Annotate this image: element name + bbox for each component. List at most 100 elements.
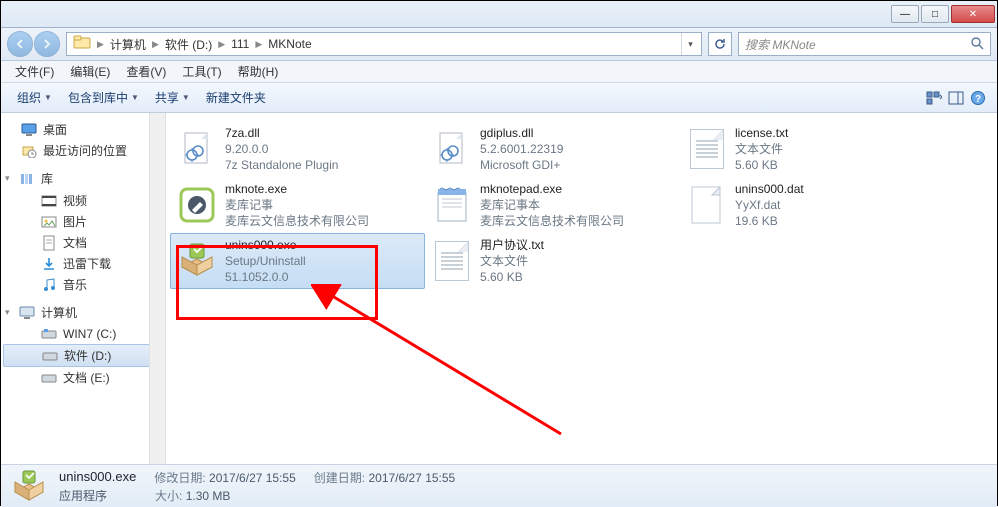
status-create-label: 创建日期: [314,471,365,485]
include-library-button[interactable]: 包含到库中▼ [60,86,147,109]
file-item[interactable]: license.txt文本文件5.60 KB [680,121,935,177]
search-input[interactable]: 搜索 MKNote [738,32,991,56]
file-detail: 19.6 KB [735,213,804,229]
chevron-right-icon: ▶ [150,39,161,50]
sidebar-item-label: 文档 [63,234,87,251]
recent-icon [21,143,37,159]
folder-icon [69,34,95,55]
drive-icon [41,370,57,386]
sidebar-item-label: 图片 [63,213,87,230]
status-size-value: 1.30 MB [186,489,231,503]
sidebar-item-drive-c[interactable]: WIN7 (C:) [1,324,165,344]
dll-icon [432,129,472,169]
blank-icon [687,185,727,225]
view-options-button[interactable] [923,87,945,109]
minimize-button[interactable]: — [891,5,919,23]
sidebar-item-xunlei[interactable]: 迅雷下载 [1,253,165,274]
sidebar-group-libraries[interactable]: ▾ 库 [1,167,165,190]
status-size-label: 大小: [155,489,182,503]
picture-icon [41,214,57,230]
status-create-value: 2017/6/27 15:55 [368,471,455,485]
details-pane: unins000.exe 修改日期: 2017/6/27 15:55 创建日期:… [1,464,997,507]
sidebar-item-label: 软件 (D:) [64,347,111,364]
file-detail: 麦库云文信息技术有限公司 [480,213,624,229]
chevron-right-icon: ▶ [95,39,106,50]
svg-text:?: ? [975,94,981,105]
sidebar-item-label: 库 [41,170,53,187]
file-name: mknotepad.exe [480,181,624,197]
chevron-right-icon: ▶ [216,39,227,50]
share-button[interactable]: 共享▼ [147,86,198,109]
menu-bar: 文件(F) 编辑(E) 查看(V) 工具(T) 帮助(H) [1,61,997,83]
dll-icon [177,129,217,169]
chevron-down-icon: ▼ [131,93,139,102]
sidebar-item-music[interactable]: 音乐 [1,274,165,295]
sidebar-item-videos[interactable]: 视频 [1,190,165,211]
sidebar-item-recent[interactable]: 最近访问的位置 [1,140,165,161]
help-button[interactable]: ? [967,87,989,109]
drive-icon [42,348,58,364]
organize-button[interactable]: 组织▼ [9,86,60,109]
expand-icon: ▾ [5,173,10,184]
music-icon [41,277,57,293]
sidebar-item-label: WIN7 (C:) [63,327,116,341]
close-button[interactable]: ✕ [951,5,995,23]
file-name: 7za.dll [225,125,338,141]
sidebar-item-documents[interactable]: 文档 [1,232,165,253]
breadcrumb[interactable]: 软件 (D:) [161,34,216,55]
menu-view[interactable]: 查看(V) [118,61,174,82]
sidebar-item-label: 视频 [63,192,87,209]
file-item[interactable]: unins000.exeSetup/Uninstall51.1052.0.0 [170,233,425,289]
chevron-down-icon: ▼ [44,93,52,102]
sidebar-item-label: 迅雷下载 [63,255,111,272]
file-item[interactable]: mknotepad.exe麦库记事本麦库云文信息技术有限公司 [425,177,680,233]
file-detail: 文本文件 [735,141,788,157]
file-item[interactable]: mknote.exe麦库记事麦库云文信息技术有限公司 [170,177,425,233]
sidebar-group-computer[interactable]: ▾ 计算机 [1,301,165,324]
chevron-right-icon: ▶ [253,39,264,50]
file-name: 用户协议.txt [480,237,544,253]
status-mod-value: 2017/6/27 15:55 [209,471,296,485]
back-button[interactable] [7,31,33,57]
address-bar[interactable]: ▶ 计算机 ▶ 软件 (D:) ▶ 111 ▶ MKNote ▾ [66,32,702,56]
sidebar-item-desktop[interactable]: 桌面 [1,119,165,140]
command-bar: 组织▼ 包含到库中▼ 共享▼ 新建文件夹 ? [1,83,997,113]
drive-icon [41,326,57,342]
file-item[interactable]: 用户协议.txt文本文件5.60 KB [425,233,680,289]
address-dropdown[interactable]: ▾ [681,33,699,55]
menu-help[interactable]: 帮助(H) [230,61,287,82]
file-name: unins000.dat [735,181,804,197]
document-icon [41,235,57,251]
file-detail: 文本文件 [480,253,544,269]
file-name: gdiplus.dll [480,125,563,141]
menu-edit[interactable]: 编辑(E) [62,61,118,82]
file-name: unins000.exe [225,237,306,253]
breadcrumb[interactable]: 111 [227,35,253,53]
sidebar-item-pictures[interactable]: 图片 [1,211,165,232]
installer-icon [177,241,217,281]
breadcrumb[interactable]: 计算机 [106,34,150,55]
refresh-button[interactable] [708,32,732,56]
chevron-down-icon: ▼ [182,93,190,102]
library-icon [19,171,35,187]
file-detail: 7z Standalone Plugin [225,157,338,173]
menu-tools[interactable]: 工具(T) [174,61,229,82]
sidebar-item-drive-d[interactable]: 软件 (D:) [3,344,163,367]
sidebar-item-drive-e[interactable]: 文档 (E:) [1,367,165,388]
file-detail: 5.2.6001.22319 [480,141,563,157]
file-item[interactable]: 7za.dll9.20.0.07z Standalone Plugin [170,121,425,177]
file-name: mknote.exe [225,181,369,197]
file-item[interactable]: gdiplus.dll5.2.6001.22319Microsoft GDI+ [425,121,680,177]
forward-button[interactable] [34,31,60,57]
file-detail: 51.1052.0.0 [225,269,306,285]
sidebar-scrollbar[interactable] [149,113,165,464]
menu-file[interactable]: 文件(F) [7,61,62,82]
maximize-button[interactable]: □ [921,5,949,23]
file-item[interactable]: unins000.datYyXf.dat19.6 KB [680,177,935,233]
file-detail: Microsoft GDI+ [480,157,563,173]
sidebar-item-label: 最近访问的位置 [43,142,127,159]
preview-pane-button[interactable] [945,87,967,109]
installer-icon [11,468,47,504]
breadcrumb[interactable]: MKNote [264,35,315,53]
new-folder-button[interactable]: 新建文件夹 [198,86,274,109]
